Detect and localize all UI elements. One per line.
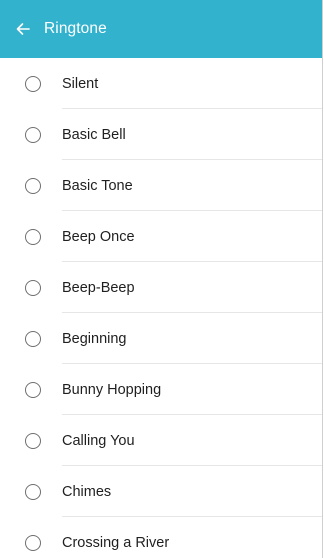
radio-button[interactable] [25,279,41,296]
ringtone-label: Basic Bell [62,126,126,143]
radio-button[interactable] [25,381,41,398]
ringtone-item-chimes[interactable]: Chimes [0,466,322,517]
ringtone-label: Beginning [62,330,127,347]
ringtone-item-silent[interactable]: Silent [0,58,322,109]
ringtone-label: Silent [62,75,99,92]
arrow-left-icon [16,23,30,35]
ringtone-label: Bunny Hopping [62,381,162,398]
radio-button[interactable] [25,75,41,92]
ringtone-label: Basic Tone [62,177,133,194]
radio-button[interactable] [25,228,41,245]
radio-button[interactable] [25,483,41,500]
page-title: Ringtone [44,20,107,37]
ringtone-item-calling-you[interactable]: Calling You [0,415,322,466]
ringtone-label: Calling You [62,432,135,449]
radio-button[interactable] [25,534,41,551]
ringtone-item-crossing-a-river[interactable]: Crossing a River [0,517,322,558]
back-button[interactable] [10,16,36,42]
radio-button[interactable] [25,432,41,449]
radio-button[interactable] [25,330,41,347]
radio-button[interactable] [25,126,41,143]
ringtone-screen: Ringtone Silent Basic Bell Basic Tone Be… [0,0,323,558]
radio-button[interactable] [25,177,41,194]
app-bar: Ringtone [0,0,322,58]
ringtone-label: Beep Once [62,228,135,245]
ringtone-item-bunny-hopping[interactable]: Bunny Hopping [0,364,322,415]
ringtone-item-beep-once[interactable]: Beep Once [0,211,322,262]
ringtone-label: Crossing a River [62,534,170,551]
ringtone-item-beep-beep[interactable]: Beep-Beep [0,262,322,313]
ringtone-label: Beep-Beep [62,279,135,296]
ringtone-label: Chimes [62,483,112,500]
ringtone-item-basic-bell[interactable]: Basic Bell [0,109,322,160]
ringtone-item-basic-tone[interactable]: Basic Tone [0,160,322,211]
ringtone-item-beginning[interactable]: Beginning [0,313,322,364]
ringtone-list: Silent Basic Bell Basic Tone Beep Once B… [0,58,322,558]
